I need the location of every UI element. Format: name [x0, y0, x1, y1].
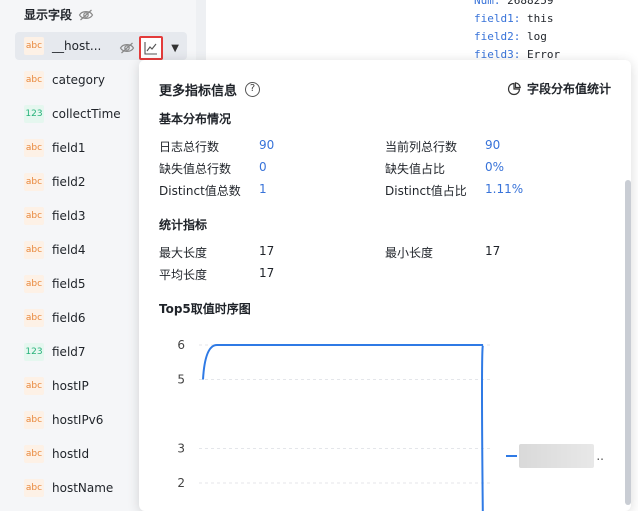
log-key: field1: [474, 12, 521, 25]
number-type-icon: 123 [24, 343, 44, 361]
chart-legend[interactable]: .. [506, 444, 604, 468]
string-type-icon: abc [24, 241, 44, 259]
string-type-icon: abc [24, 479, 44, 497]
top5-timeseries-title: Top5取值时序图 [159, 302, 251, 316]
field-distribution-label: 字段分布值统计 [526, 82, 611, 96]
log-key: field2: [474, 30, 521, 43]
field-name: field6 [52, 311, 86, 325]
stat-label: 缺失值占比 [385, 162, 446, 176]
caret-down-icon[interactable]: ▼ [171, 43, 179, 54]
popover-title-row: 更多指标信息 ? [159, 80, 261, 99]
string-type-icon: abc [24, 37, 44, 55]
stat-value: 1.11% [485, 182, 524, 196]
stat-value: 17 [259, 266, 275, 280]
log-line: field2: log [474, 30, 547, 43]
stat-value: 0 [259, 160, 267, 174]
y-tick-label: 5 [177, 373, 185, 387]
field-name: hostIP [52, 379, 89, 393]
string-type-icon: abc [24, 411, 44, 429]
y-tick-label: 6 [177, 338, 185, 352]
log-line: field1: this [474, 12, 553, 25]
number-type-icon: 123 [24, 105, 44, 123]
series-line[interactable] [202, 344, 484, 511]
stat-value: 17 [259, 244, 275, 258]
field-name: category [52, 73, 106, 87]
log-value: 2688259 [500, 0, 554, 7]
chart-svg: 6 5 3 2 [177, 338, 491, 511]
field-name: field4 [52, 243, 86, 257]
field-name: field2 [52, 175, 86, 189]
field-name: hostIPv6 [52, 413, 104, 427]
log-preview: Num: 2688259 field1: this field2: log field… [206, 0, 638, 61]
stat-label: 最大长度 [159, 246, 208, 260]
stat-value: 90 [259, 138, 275, 152]
stat-label: Distinct值占比 [385, 184, 467, 198]
legend-ellipsis: .. [596, 449, 604, 463]
field-name: field7 [52, 345, 86, 359]
statistics-title: 统计指标 [159, 218, 208, 232]
popover-scrollbar[interactable] [625, 180, 631, 505]
field-name: hostId [52, 447, 90, 461]
field-name: hostName [52, 481, 114, 495]
stat-value: 90 [485, 138, 501, 152]
field-distribution-link[interactable]: 字段分布值统计 [507, 80, 611, 97]
field-name: field1 [52, 141, 86, 155]
legend-label-redacted [519, 444, 595, 468]
stat-value: 17 [485, 244, 501, 258]
stat-value: 0% [485, 160, 505, 174]
field-metrics-popover: 更多指标信息 ? 字段分布值统计 基本分布情况 日志总行数 90 当前列总行数 90 缺… [139, 60, 631, 511]
string-type-icon: abc [24, 71, 44, 89]
field-item[interactable]: abc __host... ▼ [15, 32, 187, 60]
y-tick-label: 2 [177, 476, 185, 490]
log-key: Num: [474, 0, 501, 7]
displayed-fields-title: 显示字段 [24, 8, 73, 22]
line-chart-icon [144, 42, 158, 55]
string-type-icon: abc [24, 139, 44, 157]
eye-off-icon[interactable] [119, 40, 135, 56]
field-name: collectTime [52, 107, 121, 121]
question-circle-icon[interactable]: ? [245, 82, 261, 97]
string-type-icon: abc [24, 377, 44, 395]
top5-line-chart: 6 5 3 2 [139, 330, 631, 511]
log-line: Num: 2688259 [474, 0, 553, 7]
stat-value: 1 [259, 182, 267, 196]
field-row-actions: ▼ [119, 36, 179, 60]
string-type-icon: abc [24, 445, 44, 463]
eye-off-icon[interactable] [78, 7, 94, 23]
log-value: this [520, 12, 554, 25]
stat-label: 最小长度 [385, 246, 434, 260]
basic-distribution-title: 基本分布情况 [159, 112, 232, 126]
stat-label: 平均长度 [159, 268, 208, 282]
legend-swatch [506, 455, 518, 457]
field-chart-button[interactable] [139, 36, 164, 60]
displayed-fields-header: 显示字段 [24, 6, 94, 23]
string-type-icon: abc [24, 173, 44, 191]
field-name: field3 [52, 209, 86, 223]
pie-chart-icon [507, 81, 521, 95]
string-type-icon: abc [24, 275, 44, 293]
string-type-icon: abc [24, 309, 44, 327]
popover-title: 更多指标信息 [159, 84, 238, 99]
string-type-icon: abc [24, 207, 44, 225]
log-value: log [520, 30, 547, 43]
stat-label: 当前列总行数 [385, 140, 458, 154]
stat-label: 日志总行数 [159, 140, 220, 154]
stat-label: Distinct值总数 [159, 184, 241, 198]
field-name: field5 [52, 277, 86, 291]
y-tick-label: 3 [177, 442, 185, 456]
stat-label: 缺失值总行数 [159, 162, 232, 176]
field-name: __host... [52, 39, 102, 53]
